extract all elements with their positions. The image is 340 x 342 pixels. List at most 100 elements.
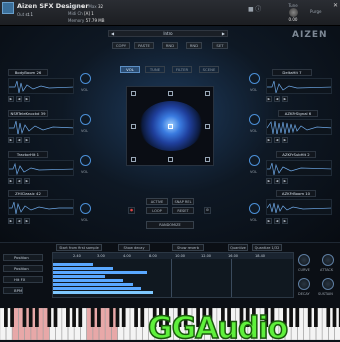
pad-node[interactable] (168, 157, 173, 162)
black-key[interactable] (4, 308, 8, 327)
play-icon[interactable]: ▶ (266, 96, 272, 102)
black-key[interactable] (121, 308, 126, 327)
next-sample-icon[interactable]: ▶ (282, 178, 288, 184)
black-key[interactable] (28, 308, 33, 327)
play-icon[interactable]: ▶ (8, 178, 14, 184)
position-button-1[interactable]: Position (3, 254, 43, 261)
show-decay-button[interactable]: Show decay (118, 244, 150, 251)
copy-button[interactable]: COPY (112, 42, 130, 49)
black-key[interactable] (90, 308, 95, 327)
play-icon[interactable]: ▶ (8, 96, 14, 102)
black-key[interactable] (10, 308, 14, 327)
pad-node[interactable] (205, 157, 210, 162)
volume-knob[interactable] (249, 114, 260, 125)
random-button-1[interactable]: RND (162, 42, 178, 49)
next-sample-icon[interactable]: ▶ (24, 218, 30, 224)
black-key[interactable] (35, 308, 39, 327)
prev-sample-icon[interactable]: ◀ (16, 96, 22, 102)
layer-sample-name[interactable]: AZKFrBoom 10 (276, 190, 316, 197)
pad-node[interactable] (131, 91, 136, 96)
black-key[interactable] (97, 308, 101, 327)
layer-bar[interactable] (53, 279, 123, 282)
black-key[interactable] (72, 308, 76, 327)
info-icon[interactable]: ⓘ (255, 4, 261, 13)
layer-bar[interactable] (53, 283, 133, 286)
waveform-display[interactable] (8, 78, 74, 94)
next-sample-icon[interactable]: ▶ (24, 137, 30, 143)
prev-sample-icon[interactable]: ◀ (274, 137, 280, 143)
purge-label[interactable]: Purge (310, 9, 338, 14)
active-button[interactable]: ACTIVE (146, 198, 168, 205)
black-key[interactable] (66, 308, 70, 327)
instrument-icon[interactable] (2, 2, 14, 14)
tab-scene[interactable]: SCENE (199, 66, 219, 73)
tab-vol[interactable]: VOL (120, 66, 140, 73)
tab-tune[interactable]: TUNE (145, 66, 165, 73)
layer-bar[interactable] (53, 267, 113, 270)
attack-knob[interactable] (322, 254, 334, 266)
play-icon[interactable]: ▶ (8, 137, 14, 143)
pad-node[interactable] (205, 91, 210, 96)
preset-selector[interactable]: ◀ Intro ▶ (108, 30, 228, 37)
snapshot-camera-icon[interactable]: ■ (248, 6, 254, 13)
sustain-knob[interactable] (322, 278, 334, 290)
record-icon[interactable]: ● (128, 207, 135, 214)
reset-button[interactable]: RESET (172, 207, 194, 214)
black-key[interactable] (134, 308, 138, 327)
tab-filter[interactable]: FILTER (172, 66, 192, 73)
black-key[interactable] (22, 308, 27, 327)
play-icon[interactable]: ▶ (266, 218, 272, 224)
waveform-display[interactable] (266, 78, 332, 94)
max-value[interactable]: 32 (98, 4, 103, 9)
play-icon[interactable]: ▶ (8, 218, 14, 224)
pad-node[interactable] (205, 124, 210, 129)
decay-knob[interactable] (298, 278, 310, 290)
layer-sample-name[interactable]: ZHIClassic 42 (8, 190, 48, 197)
next-sample-icon[interactable]: ▶ (282, 137, 288, 143)
layer-bar[interactable] (53, 287, 141, 290)
quantize-toggle[interactable]: Quantize (228, 244, 248, 251)
layer-bar[interactable] (53, 291, 153, 294)
play-icon[interactable]: ▶ (266, 178, 272, 184)
start-from-first-button[interactable]: Start from first sample (56, 244, 102, 251)
bpm-button[interactable]: BPM (3, 287, 23, 294)
output-value[interactable]: st.1 (26, 12, 33, 17)
waveform-display[interactable] (8, 119, 74, 135)
layer-sample-name[interactable]: AZKFrSubHit 2 (276, 151, 316, 158)
layer-sample-name[interactable]: NSRTeleKnockd 39 (8, 110, 48, 117)
set-button[interactable]: SET (212, 42, 228, 49)
prev-preset-icon[interactable]: ◀ (109, 31, 114, 37)
layer-bar[interactable] (53, 271, 147, 274)
volume-knob[interactable] (249, 73, 260, 84)
volume-knob[interactable] (80, 73, 91, 84)
pad-node[interactable] (131, 124, 136, 129)
volume-knob[interactable] (80, 155, 91, 166)
prev-sample-icon[interactable]: ◀ (274, 178, 280, 184)
next-sample-icon[interactable]: ▶ (282, 96, 288, 102)
tune-knob[interactable] (288, 8, 298, 17)
curve-knob[interactable] (298, 254, 310, 266)
volume-knob[interactable] (249, 203, 260, 214)
snap-rel-button[interactable]: SNAP REL (172, 198, 194, 205)
settings-icon[interactable]: ⚙ (204, 207, 211, 214)
prev-sample-icon[interactable]: ◀ (274, 96, 280, 102)
volume-knob[interactable] (80, 114, 91, 125)
next-sample-icon[interactable]: ▶ (24, 96, 30, 102)
volume-knob[interactable] (80, 203, 91, 214)
waveform-display[interactable] (266, 119, 332, 135)
layer-bar[interactable] (53, 275, 105, 278)
waveform-display[interactable] (8, 160, 74, 176)
timeline-ruler[interactable]: 2.40 3.00 4.00 8.00 10.00 12.00 16.00 18… (53, 253, 293, 259)
show-reverb-button[interactable]: Show reverb (172, 244, 204, 251)
play-icon[interactable]: ▶ (266, 137, 272, 143)
next-sample-icon[interactable]: ▶ (282, 218, 288, 224)
loop-button[interactable]: LOOP (146, 207, 168, 214)
volume-knob[interactable] (249, 155, 260, 166)
hit-fx-button[interactable]: Hit FX (3, 276, 43, 283)
layer-bar[interactable] (53, 263, 93, 266)
waveform-display[interactable] (8, 199, 74, 215)
layer-sample-name[interactable]: BodyBoom 26 (8, 69, 48, 76)
black-key[interactable] (115, 308, 120, 327)
black-key[interactable] (53, 308, 58, 327)
black-key[interactable] (47, 308, 52, 327)
